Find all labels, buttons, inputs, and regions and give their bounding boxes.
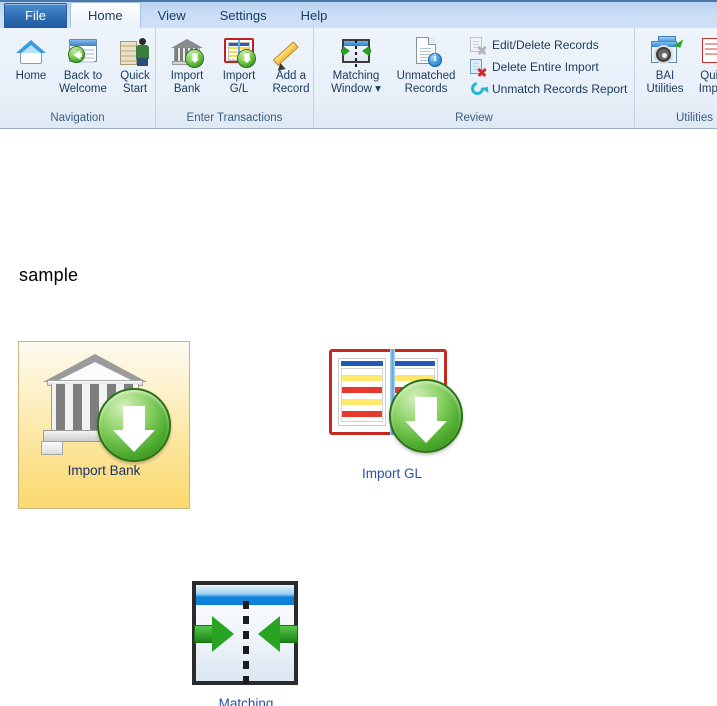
ribbon-button-delete-entire-import[interactable]: Delete Entire Import xyxy=(467,56,631,78)
ribbon-button-matching-window[interactable]: Matching Window ▾ xyxy=(325,32,387,96)
home-icon xyxy=(14,34,48,68)
tile-matching[interactable]: Matching xyxy=(186,579,306,706)
ribbon-group-navigation: Home Back to Welcome Quick Start Navigat… xyxy=(0,28,155,128)
ribbon-button-unmatched-records[interactable]: Unmatched Records xyxy=(395,32,457,96)
ribbon-button-quick-start[interactable]: Quick Start xyxy=(109,32,161,96)
import-gl-large-icon xyxy=(327,347,463,459)
tile-label: Matching xyxy=(218,696,274,706)
ribbon-group-label: Utilities xyxy=(675,112,713,124)
back-to-welcome-icon xyxy=(66,34,100,68)
ribbon-button-label: Import G/L xyxy=(222,70,256,95)
matching-large-icon xyxy=(186,579,306,689)
ribbon-button-edit-delete-records[interactable]: Edit/Delete Records xyxy=(467,34,631,56)
tile-label: Import Bank xyxy=(67,463,141,478)
quick-start-icon xyxy=(118,34,152,68)
ribbon-button-import-gl[interactable]: Import G/L xyxy=(213,32,265,96)
ribbon-button-back-to-welcome[interactable]: Back to Welcome xyxy=(57,32,109,96)
tab-settings[interactable]: Settings xyxy=(203,4,284,28)
ribbon-button-label: Add a Record xyxy=(272,70,310,95)
ribbon-button-quick-import[interactable]: Quick Import xyxy=(690,32,717,96)
review-small-button-list: Edit/Delete Records Delete Entire Import xyxy=(467,32,631,100)
delete-entire-import-icon xyxy=(469,58,486,76)
ribbon: File Home View Settings Help Home Back t… xyxy=(0,0,717,129)
ribbon-button-label: Quick Start xyxy=(120,70,150,95)
ribbon-button-label: Edit/Delete Records xyxy=(492,38,599,52)
import-bank-icon xyxy=(170,34,204,68)
ribbon-button-label: Matching Window ▾ xyxy=(331,70,381,95)
ribbon-button-label: Delete Entire Import xyxy=(492,60,599,74)
ribbon-button-label: Import Bank xyxy=(170,70,204,95)
tile-label: Import GL xyxy=(361,466,423,481)
ribbon-group-label: Review xyxy=(455,112,493,124)
ribbon-button-label: Home xyxy=(15,70,47,82)
page-title: sample xyxy=(19,265,79,285)
ribbon-button-label: Unmatched Records xyxy=(396,70,456,95)
ribbon-button-label: Back to Welcome xyxy=(59,70,107,95)
ribbon-group-utilities: BAI Utilities Quick Import Utilities xyxy=(634,28,717,128)
ribbon-button-home[interactable]: Home xyxy=(5,32,57,83)
tile-import-gl[interactable]: Import GL xyxy=(320,347,464,509)
bai-utilities-icon xyxy=(648,34,684,68)
ribbon-button-bai-utilities[interactable]: BAI Utilities xyxy=(640,32,690,96)
ribbon-button-label: BAI Utilities xyxy=(646,70,684,95)
content-area: sample Import Bank Import GL Matching xyxy=(0,129,717,706)
tile-import-bank[interactable]: Import Bank xyxy=(18,341,190,509)
ribbon-button-label: Unmatch Records Report xyxy=(492,82,628,96)
matching-window-icon xyxy=(339,34,373,68)
ribbon-body: Home Back to Welcome Quick Start Navigat… xyxy=(0,28,717,128)
tab-file[interactable]: File xyxy=(4,3,67,28)
import-gl-icon xyxy=(222,34,256,68)
quick-import-icon xyxy=(698,34,717,68)
ribbon-group-label: Navigation xyxy=(50,112,105,124)
ribbon-group-enter-transactions: Import Bank Import G/L Add a Record Ente… xyxy=(155,28,313,128)
ribbon-group-label: Enter Transactions xyxy=(186,112,283,124)
tab-view[interactable]: View xyxy=(141,4,203,28)
edit-delete-records-icon xyxy=(469,36,486,54)
tab-strip: File Home View Settings Help xyxy=(0,0,717,28)
tab-help[interactable]: Help xyxy=(284,4,345,28)
unmatch-records-report-icon xyxy=(468,78,487,98)
ribbon-group-review: Matching Window ▾ Unmatched xyxy=(313,28,634,128)
add-record-icon xyxy=(272,34,308,74)
ribbon-button-import-bank[interactable]: Import Bank xyxy=(161,32,213,96)
ribbon-button-add-record[interactable]: Add a Record xyxy=(265,32,317,96)
import-bank-large-icon xyxy=(39,348,171,462)
ribbon-button-unmatch-records-report[interactable]: Unmatch Records Report xyxy=(467,78,631,100)
ribbon-button-label: Quick Import xyxy=(698,70,717,95)
tab-home[interactable]: Home xyxy=(69,2,141,28)
unmatched-records-icon xyxy=(409,34,443,68)
